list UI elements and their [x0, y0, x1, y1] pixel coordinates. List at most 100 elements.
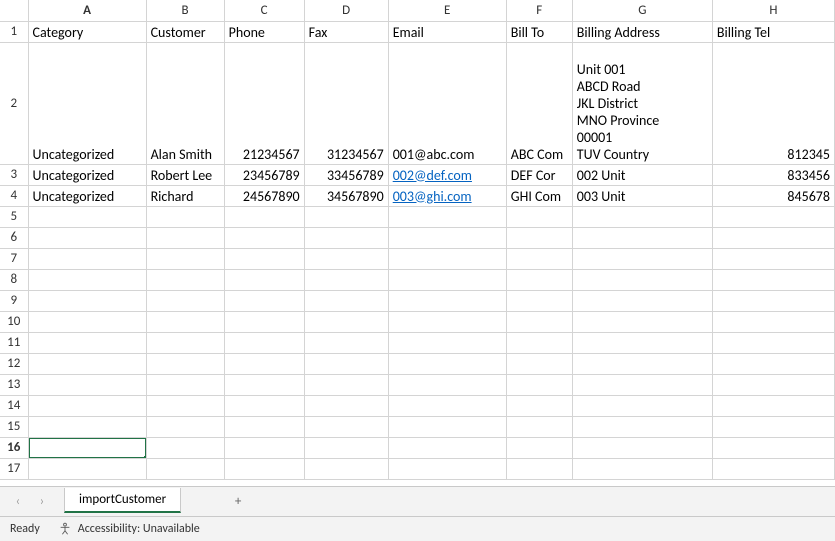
cell-D16[interactable] — [304, 437, 388, 458]
cell-E9[interactable] — [388, 290, 506, 311]
row-header-13[interactable]: 13 — [0, 374, 28, 395]
cell-C6[interactable] — [224, 227, 304, 248]
cell-B2[interactable]: Alan Smith — [146, 42, 224, 164]
next-sheet-button[interactable]: › — [32, 492, 52, 512]
cell-D12[interactable] — [304, 353, 388, 374]
cell-G15[interactable] — [572, 416, 712, 437]
row-header-15[interactable]: 15 — [0, 416, 28, 437]
cell-F12[interactable] — [506, 353, 572, 374]
cell-H7[interactable] — [712, 248, 834, 269]
row-header-6[interactable]: 6 — [0, 227, 28, 248]
cell-B12[interactable] — [146, 353, 224, 374]
cell-G4[interactable]: 003 Unit — [572, 185, 712, 206]
cell-F6[interactable] — [506, 227, 572, 248]
cell-F13[interactable] — [506, 374, 572, 395]
cell-B13[interactable] — [146, 374, 224, 395]
col-header-D[interactable]: D — [304, 0, 388, 21]
cell-G12[interactable] — [572, 353, 712, 374]
row-header-8[interactable]: 8 — [0, 269, 28, 290]
prev-sheet-button[interactable]: ‹ — [8, 492, 28, 512]
row-header-17[interactable]: 17 — [0, 458, 28, 479]
cell-E5[interactable] — [388, 206, 506, 227]
cell-H12[interactable] — [712, 353, 834, 374]
cell-G6[interactable] — [572, 227, 712, 248]
row-header-12[interactable]: 12 — [0, 353, 28, 374]
sheet-tab-active[interactable]: importCustomer — [64, 488, 181, 513]
cell-D3[interactable]: 33456789 — [304, 164, 388, 185]
cell-F11[interactable] — [506, 332, 572, 353]
cell-H4[interactable]: 845678 — [712, 185, 834, 206]
cell-D4[interactable]: 34567890 — [304, 185, 388, 206]
cell-F16[interactable] — [506, 437, 572, 458]
cell-C16[interactable] — [224, 437, 304, 458]
cell-A6[interactable] — [28, 227, 146, 248]
cell-G11[interactable] — [572, 332, 712, 353]
cell-E1[interactable]: Email — [388, 21, 506, 42]
cell-E11[interactable] — [388, 332, 506, 353]
cell-G17[interactable] — [572, 458, 712, 479]
row-header-10[interactable]: 10 — [0, 311, 28, 332]
cell-B15[interactable] — [146, 416, 224, 437]
cell-G9[interactable] — [572, 290, 712, 311]
cell-A13[interactable] — [28, 374, 146, 395]
cell-D6[interactable] — [304, 227, 388, 248]
cell-E12[interactable] — [388, 353, 506, 374]
cell-E13[interactable] — [388, 374, 506, 395]
cell-A16[interactable] — [28, 437, 146, 458]
cell-D7[interactable] — [304, 248, 388, 269]
cell-A8[interactable] — [28, 269, 146, 290]
cell-B16[interactable] — [146, 437, 224, 458]
cell-F14[interactable] — [506, 395, 572, 416]
cell-C14[interactable] — [224, 395, 304, 416]
cell-G14[interactable] — [572, 395, 712, 416]
cell-C13[interactable] — [224, 374, 304, 395]
cell-B17[interactable] — [146, 458, 224, 479]
cell-A12[interactable] — [28, 353, 146, 374]
cell-B6[interactable] — [146, 227, 224, 248]
row-header-3[interactable]: 3 — [0, 164, 28, 185]
cell-H14[interactable] — [712, 395, 834, 416]
cell-C7[interactable] — [224, 248, 304, 269]
row-header-16[interactable]: 16 — [0, 437, 28, 458]
cell-E4[interactable]: 003@ghi.com — [388, 185, 506, 206]
row-header-9[interactable]: 9 — [0, 290, 28, 311]
cell-E3[interactable]: 002@def.com — [388, 164, 506, 185]
cell-H10[interactable] — [712, 311, 834, 332]
cell-A3[interactable]: Uncategorized — [28, 164, 146, 185]
cell-C11[interactable] — [224, 332, 304, 353]
cell-B14[interactable] — [146, 395, 224, 416]
cell-H5[interactable] — [712, 206, 834, 227]
cell-E17[interactable] — [388, 458, 506, 479]
cell-F10[interactable] — [506, 311, 572, 332]
row-header-5[interactable]: 5 — [0, 206, 28, 227]
row-header-1[interactable]: 1 — [0, 21, 28, 42]
cell-C10[interactable] — [224, 311, 304, 332]
cell-A9[interactable] — [28, 290, 146, 311]
cell-F5[interactable] — [506, 206, 572, 227]
cell-A5[interactable] — [28, 206, 146, 227]
cell-E16[interactable] — [388, 437, 506, 458]
cell-C2[interactable]: 21234567 — [224, 42, 304, 164]
cell-H16[interactable] — [712, 437, 834, 458]
cell-D8[interactable] — [304, 269, 388, 290]
cell-H15[interactable] — [712, 416, 834, 437]
cell-A2[interactable]: Uncategorized — [28, 42, 146, 164]
cell-C9[interactable] — [224, 290, 304, 311]
row-header-14[interactable]: 14 — [0, 395, 28, 416]
cell-A1[interactable]: Category — [28, 21, 146, 42]
cell-F17[interactable] — [506, 458, 572, 479]
cell-E15[interactable] — [388, 416, 506, 437]
cell-B7[interactable] — [146, 248, 224, 269]
cell-A17[interactable] — [28, 458, 146, 479]
cell-F1[interactable]: Bill To — [506, 21, 572, 42]
cell-D1[interactable]: Fax — [304, 21, 388, 42]
spreadsheet-grid[interactable]: A B C D E F G H 1CategoryCustomerPhoneFa… — [0, 0, 835, 486]
cell-F2[interactable]: ABC Com — [506, 42, 572, 164]
cell-G8[interactable] — [572, 269, 712, 290]
cell-E14[interactable] — [388, 395, 506, 416]
cell-C12[interactable] — [224, 353, 304, 374]
cell-D11[interactable] — [304, 332, 388, 353]
col-header-H[interactable]: H — [712, 0, 834, 21]
col-header-A[interactable]: A — [28, 0, 146, 21]
cell-A4[interactable]: Uncategorized — [28, 185, 146, 206]
